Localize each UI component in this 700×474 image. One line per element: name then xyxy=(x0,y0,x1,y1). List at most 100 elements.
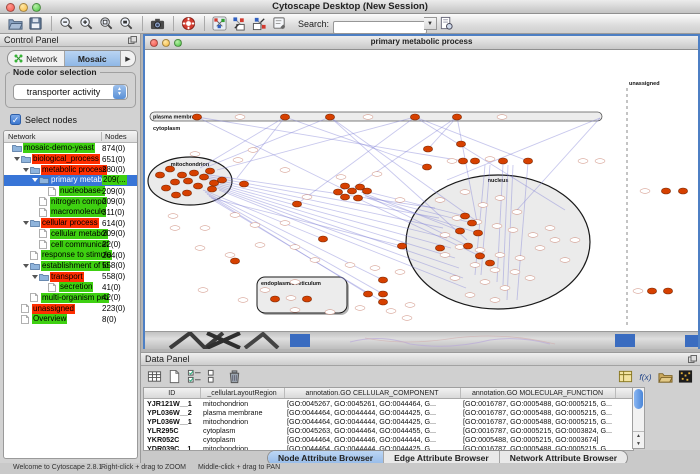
annotation-icon[interactable] xyxy=(270,15,288,32)
network-node[interactable] xyxy=(475,253,484,259)
network-node-label[interactable] xyxy=(515,256,525,261)
chevron-down-icon[interactable]: ▼ xyxy=(424,17,437,30)
network-node[interactable] xyxy=(378,299,387,305)
network-node-label[interactable] xyxy=(492,224,502,229)
network-node-label[interactable] xyxy=(255,243,265,248)
network-node-label[interactable] xyxy=(640,189,650,194)
network-node-label[interactable] xyxy=(168,214,178,219)
network-node[interactable] xyxy=(340,194,349,200)
network-node-label[interactable] xyxy=(290,280,300,285)
network-node[interactable] xyxy=(661,188,670,194)
network-node[interactable] xyxy=(460,213,469,219)
network-node[interactable] xyxy=(183,178,192,184)
table-row[interactable]: YPL036W__1mitochondrion[GO:0044464, GO:0… xyxy=(144,417,633,426)
network-node[interactable] xyxy=(333,189,342,195)
network-node-label[interactable] xyxy=(510,270,520,275)
table-column-header[interactable]: _cellularLayoutRegion xyxy=(200,388,284,399)
network-node[interactable] xyxy=(435,245,444,251)
network-node[interactable] xyxy=(647,288,656,294)
network-node[interactable] xyxy=(182,190,191,196)
network-node-label[interactable] xyxy=(302,195,312,200)
scrollbar-arrows[interactable]: ▲▼ xyxy=(633,431,644,448)
network-node-label[interactable] xyxy=(405,303,415,308)
new-attribute-icon[interactable] xyxy=(165,368,183,385)
network-node-label[interactable] xyxy=(290,245,300,250)
table-column-header[interactable]: annotation.GO MOLECULAR_FUNCTION xyxy=(460,388,615,399)
network-node[interactable] xyxy=(378,277,387,283)
region-endoplasmic-reticulum[interactable]: endoplasmic reticulum xyxy=(257,277,349,315)
disclosure-triangle-icon[interactable] xyxy=(22,221,30,225)
network-node[interactable] xyxy=(498,158,507,164)
zoom-out-icon[interactable] xyxy=(57,15,75,32)
network-node-label[interactable] xyxy=(508,228,518,233)
table-column-header[interactable] xyxy=(615,388,633,399)
formula-builder-icon[interactable]: f(x) xyxy=(636,368,654,385)
table-row[interactable]: YLR295Ccytoplasm[GO:0045263, GO:0044464,… xyxy=(144,426,633,435)
network-node-label[interactable] xyxy=(465,293,475,298)
network-node-label[interactable] xyxy=(233,158,243,163)
network-node-label[interactable] xyxy=(310,258,320,263)
network-node[interactable] xyxy=(192,114,201,120)
network-node-label[interactable] xyxy=(550,238,560,243)
float-panel-icon[interactable] xyxy=(688,355,697,363)
tree-row[interactable]: cellular process614(0) xyxy=(4,218,137,229)
delete-attribute-icon[interactable] xyxy=(225,368,243,385)
network-import-icon[interactable] xyxy=(230,15,248,32)
tree-row[interactable]: transport558(0) xyxy=(4,271,137,282)
network-node[interactable] xyxy=(523,158,532,164)
zoom-fit-icon[interactable] xyxy=(117,15,135,32)
attribute-batch-icon[interactable] xyxy=(616,368,634,385)
table-column-header[interactable]: annotation.GO CELLULAR_COMPONENT xyxy=(284,388,460,399)
network-node[interactable] xyxy=(189,170,198,176)
tree-row[interactable]: metabolic process280(0) xyxy=(4,164,137,175)
network-node[interactable] xyxy=(353,195,362,201)
network-node[interactable] xyxy=(239,181,248,187)
tree-row[interactable]: unassigned223(0) xyxy=(4,303,137,314)
network-node-label[interactable] xyxy=(485,157,495,162)
network-node-label[interactable] xyxy=(198,288,208,293)
network-node-label[interactable] xyxy=(386,309,396,314)
network-node[interactable] xyxy=(378,291,387,297)
network-node-label[interactable] xyxy=(490,298,500,303)
network-node-label[interactable] xyxy=(325,310,335,315)
disclosure-triangle-icon[interactable] xyxy=(13,157,21,161)
disclosure-triangle-icon[interactable] xyxy=(31,178,39,182)
tree-row[interactable]: establishment of lo558(0) xyxy=(4,261,137,272)
tree-row[interactable]: macromolecule311(0) xyxy=(4,207,137,218)
table-scrollbar[interactable]: ▲▼ xyxy=(632,387,645,449)
tree-row[interactable]: secretion41(0) xyxy=(4,282,137,293)
network-node[interactable] xyxy=(230,258,239,264)
network-node[interactable] xyxy=(217,177,226,183)
network-node[interactable] xyxy=(199,174,208,180)
network-node[interactable] xyxy=(347,188,356,194)
tab-network[interactable]: Network xyxy=(8,51,65,66)
tree-row[interactable]: multi-organism pro42(0) xyxy=(4,293,137,304)
zoom-in-icon[interactable] xyxy=(77,15,95,32)
network-node[interactable] xyxy=(452,114,461,120)
network-node[interactable] xyxy=(170,179,179,185)
disclosure-triangle-icon[interactable] xyxy=(31,275,39,279)
network-node-label[interactable] xyxy=(490,268,500,273)
network-node[interactable] xyxy=(207,186,216,192)
open-file-icon[interactable] xyxy=(6,15,24,32)
network-node-label[interactable] xyxy=(478,203,488,208)
network-node-label[interactable] xyxy=(450,276,460,281)
select-attributes-icon[interactable] xyxy=(185,368,203,385)
disclosure-triangle-icon[interactable] xyxy=(22,168,30,172)
float-panel-icon[interactable] xyxy=(128,36,137,44)
unselect-attributes-icon[interactable] xyxy=(205,368,223,385)
network-node[interactable] xyxy=(193,183,202,189)
network-node-label[interactable] xyxy=(195,246,205,251)
network-node[interactable] xyxy=(422,164,431,170)
network-node[interactable] xyxy=(423,146,432,152)
tab-mosaic[interactable]: Mosaic xyxy=(65,51,122,66)
network-node[interactable] xyxy=(161,185,170,191)
table-row[interactable]: YPL036W__2plasma membrane[GO:0044464, GO… xyxy=(144,408,633,417)
network-node-label[interactable] xyxy=(500,286,510,291)
network-node-label[interactable] xyxy=(440,253,450,258)
table-column-header[interactable]: ID xyxy=(144,388,200,399)
network-node-label[interactable] xyxy=(260,288,270,293)
network-export-icon[interactable] xyxy=(250,15,268,32)
region-cytoplasm[interactable]: cytoplasm xyxy=(153,126,180,132)
network-node[interactable] xyxy=(463,243,472,249)
